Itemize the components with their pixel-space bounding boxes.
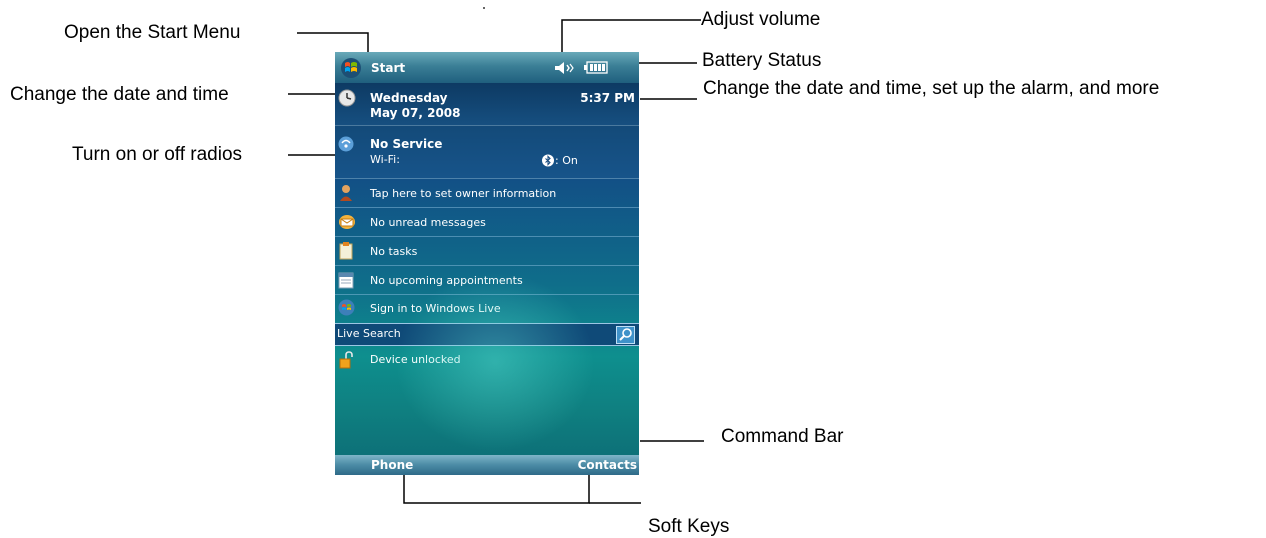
- command-bar: Phone Contacts: [335, 455, 639, 475]
- list-item-owner[interactable]: Tap here to set owner information: [335, 179, 639, 208]
- volume-icon[interactable]: [554, 61, 574, 75]
- day-label: Wednesday: [370, 91, 448, 105]
- device-unlocked-label: Device unlocked: [370, 353, 461, 366]
- no-service-label: No Service: [370, 137, 443, 151]
- clock-icon: [338, 89, 356, 107]
- windows-start-icon[interactable]: [340, 57, 362, 79]
- connectivity-row[interactable]: No Service Wi-Fi: : On: [335, 126, 639, 179]
- callout-date-time: Change the date and time: [10, 84, 229, 105]
- search-icon: [619, 328, 632, 341]
- list-item-windows-live[interactable]: Sign in to Windows Live: [335, 295, 639, 322]
- list-item-tasks[interactable]: No tasks: [335, 237, 639, 266]
- calendar-icon: [338, 272, 354, 289]
- bluetooth-icon: [542, 154, 554, 167]
- list-item-label: No upcoming appointments: [370, 274, 523, 287]
- callout-start-menu: Open the Start Menu: [64, 22, 241, 43]
- contacts-softkey[interactable]: Contacts: [578, 458, 637, 472]
- date-time-row[interactable]: Wednesday May 07, 2008 5:37 PM: [335, 83, 639, 126]
- phone-softkey[interactable]: Phone: [371, 458, 413, 472]
- list-item-label: No unread messages: [370, 216, 486, 229]
- list-item-label: Sign in to Windows Live: [370, 302, 501, 315]
- callout-command-bar: Command Bar: [721, 426, 844, 447]
- list-item-messages[interactable]: No unread messages: [335, 208, 639, 237]
- live-search-box[interactable]: Live Search: [335, 323, 639, 346]
- device-screen: Start Wednesday May 07, 2008 5:37 PM No …: [335, 52, 639, 475]
- title-bar: Start: [335, 52, 639, 83]
- start-label[interactable]: Start: [371, 61, 405, 75]
- callout-radios: Turn on or off radios: [72, 144, 243, 165]
- time-label[interactable]: 5:37 PM: [580, 91, 635, 105]
- callout-soft-keys: Soft Keys: [648, 516, 730, 537]
- wifi-label: Wi-Fi:: [370, 153, 400, 166]
- messages-icon: [339, 215, 355, 229]
- callout-date-time-alarm: Change the date and time, set up the ala…: [703, 78, 1160, 99]
- list-item-label: Tap here to set owner information: [370, 187, 557, 200]
- windows-live-icon: [338, 299, 355, 316]
- battery-icon[interactable]: [584, 61, 608, 74]
- live-search-label: Live Search: [337, 327, 401, 340]
- callout-adjust-volume: Adjust volume: [701, 9, 821, 30]
- owner-icon: [340, 185, 352, 201]
- search-button[interactable]: [616, 326, 635, 344]
- wireless-icon: [338, 136, 354, 152]
- tasks-icon: [339, 242, 353, 260]
- list-item-label: No tasks: [370, 245, 418, 258]
- list-item-appointments[interactable]: No upcoming appointments: [335, 266, 639, 295]
- unlock-icon: [339, 351, 353, 369]
- bluetooth-status: : On: [555, 154, 578, 167]
- device-lock-row[interactable]: Device unlocked: [335, 347, 639, 373]
- date-label: May 07, 2008: [370, 106, 461, 120]
- callout-battery: Battery Status: [702, 50, 822, 71]
